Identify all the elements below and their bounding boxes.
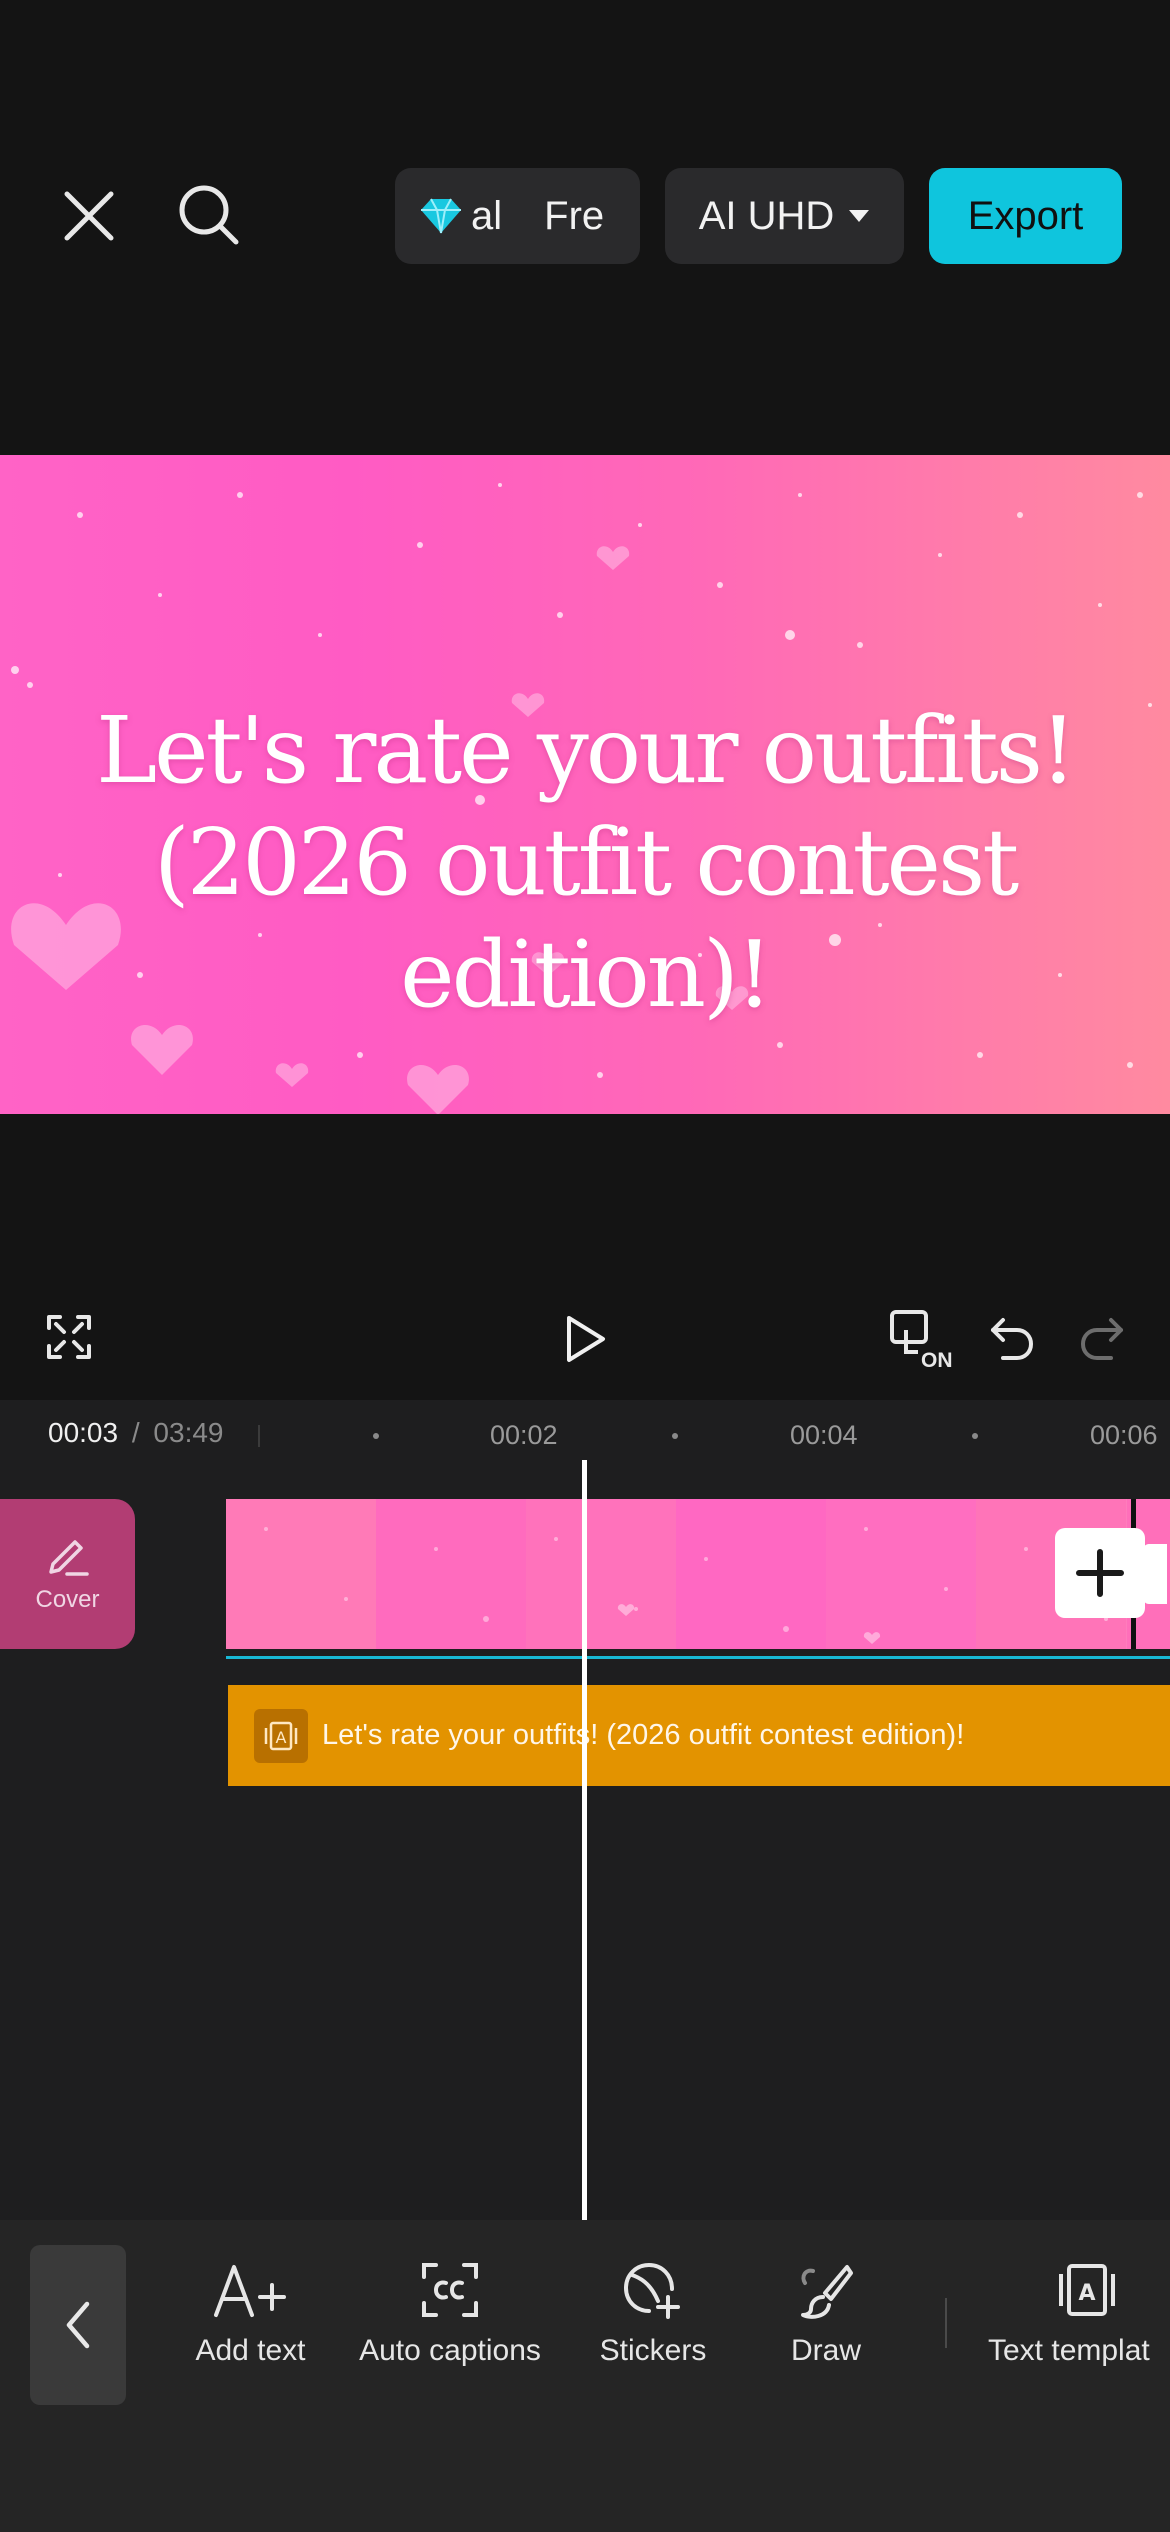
tool-label: Text templat [988,2334,1150,2367]
audio-track-line [226,1656,1170,1659]
on-badge: ON [921,1349,953,1372]
total-time: 03:49 [153,1417,224,1448]
captions-icon [420,2260,480,2320]
tool-label: Auto captions [359,2334,541,2367]
tool-add-text[interactable]: Add text [183,2260,318,2368]
tool-stickers[interactable]: Stickers [587,2260,719,2368]
chevron-left-icon [63,2300,93,2350]
cover-button[interactable]: Cover [0,1499,135,1649]
timecode: 00:03 / 03:49 [48,1417,224,1449]
plan-pill-text-left: al [471,193,503,238]
next-clip-handle[interactable] [1143,1544,1167,1604]
tool-label: Add text [195,2334,306,2367]
play-icon[interactable] [560,1312,610,1366]
ruler-mark: 00:06 [1090,1420,1158,1450]
close-icon[interactable] [58,185,120,247]
plus-icon [1075,1548,1125,1598]
current-time: 00:03 [48,1417,119,1448]
preview-title-line2: (2026 outfit contest edition)! [153,809,1019,1028]
text-clip[interactable]: A Let's rate your outfits! (2026 outfit … [228,1685,1170,1786]
video-clip[interactable] [226,1499,1170,1649]
ruler-dot [373,1433,379,1439]
pencil-icon [45,1534,91,1578]
ruler-dot [672,1433,678,1439]
fullscreen-icon[interactable] [44,1312,94,1362]
text-clip-icon: A [254,1708,308,1763]
redo-icon[interactable] [1077,1314,1127,1364]
text-template-icon: A [1057,2260,1117,2320]
ruler-divider [258,1425,260,1447]
text-clip-icon-glyph: A [276,1728,287,1747]
tool-label: Draw [790,2334,861,2367]
add-clip-button[interactable] [1055,1528,1145,1618]
cover-label: Cover [35,1586,100,1613]
tool-auto-captions[interactable]: Auto captions [345,2260,555,2368]
time-separator: / [131,1417,140,1448]
ruler-mark: 00:02 [490,1420,558,1450]
video-preview[interactable]: Let's rate your outfits! (2026 outfit co… [0,455,1170,1114]
export-button[interactable]: Export [929,168,1122,264]
undo-icon[interactable] [987,1314,1037,1364]
playhead[interactable] [582,1460,587,2220]
add-text-icon [212,2260,290,2320]
brush-icon [797,2260,855,2320]
sticker-icon [622,2260,684,2320]
diamond-icon [417,196,465,236]
quality-dropdown[interactable]: AI UHD [665,168,904,264]
quality-label: AI UHD [698,193,835,238]
ruler-dot [972,1433,978,1439]
tool-label: Stickers [599,2334,707,2367]
plan-pill-text-right: Fre [544,193,605,238]
ruler-mark: 00:04 [790,1420,858,1450]
text-template-glyph: A [1078,2281,1095,2306]
back-button[interactable] [30,2245,126,2405]
plan-pill[interactable]: al Fre [395,168,640,264]
preview-title[interactable]: Let's rate your outfits! (2026 outfit co… [0,695,1170,1031]
toolbar-divider [945,2298,947,2348]
search-icon[interactable] [174,180,244,250]
tool-text-templates[interactable]: A Text templat [988,2260,1170,2368]
caret-down-icon [848,209,870,223]
preview-title-line1: Let's rate your outfits! [96,697,1077,804]
text-clip-label: Let's rate your outfits! (2026 outfit co… [322,1719,965,1751]
clip-sparkles [264,1527,1108,1644]
tool-draw[interactable]: Draw [776,2260,876,2368]
